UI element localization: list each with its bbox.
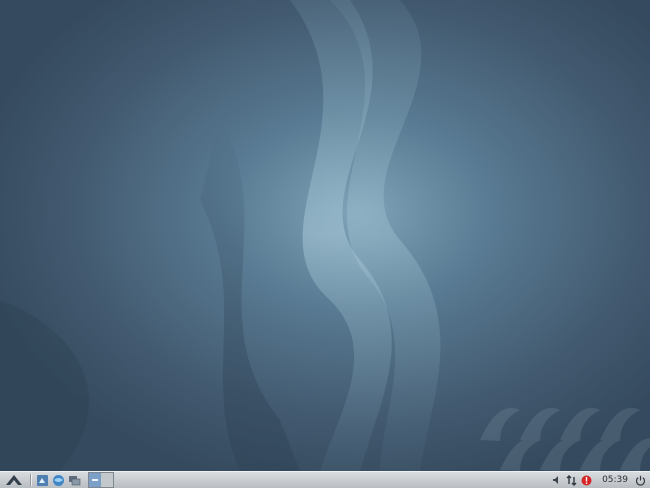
volume-tray[interactable] bbox=[549, 472, 564, 488]
show-desktop-launcher[interactable] bbox=[66, 472, 82, 488]
taskbar-separator bbox=[30, 474, 32, 486]
update-tray[interactable] bbox=[579, 472, 594, 488]
power-button[interactable] bbox=[633, 472, 647, 488]
update-alert-icon bbox=[581, 475, 592, 485]
desktop-wallpaper bbox=[0, 0, 650, 471]
workspace-1[interactable] bbox=[89, 473, 101, 487]
browser-icon bbox=[52, 474, 64, 486]
start-menu-button[interactable] bbox=[0, 472, 28, 488]
workspace-2[interactable] bbox=[101, 473, 113, 487]
volume-icon bbox=[552, 476, 558, 484]
network-tray[interactable] bbox=[564, 472, 579, 488]
browser-launcher[interactable] bbox=[50, 472, 66, 488]
file-manager-launcher[interactable] bbox=[34, 472, 50, 488]
zorin-start-icon bbox=[6, 475, 22, 485]
clock[interactable]: 05:39 bbox=[594, 475, 633, 485]
desktop[interactable]: 05:39 bbox=[0, 0, 650, 488]
network-icon bbox=[566, 474, 577, 486]
file-manager-icon bbox=[36, 474, 48, 486]
workspace-pager bbox=[88, 472, 114, 488]
power-icon bbox=[635, 475, 645, 486]
taskbar: 05:39 bbox=[0, 471, 650, 488]
show-desktop-icon bbox=[68, 475, 80, 485]
